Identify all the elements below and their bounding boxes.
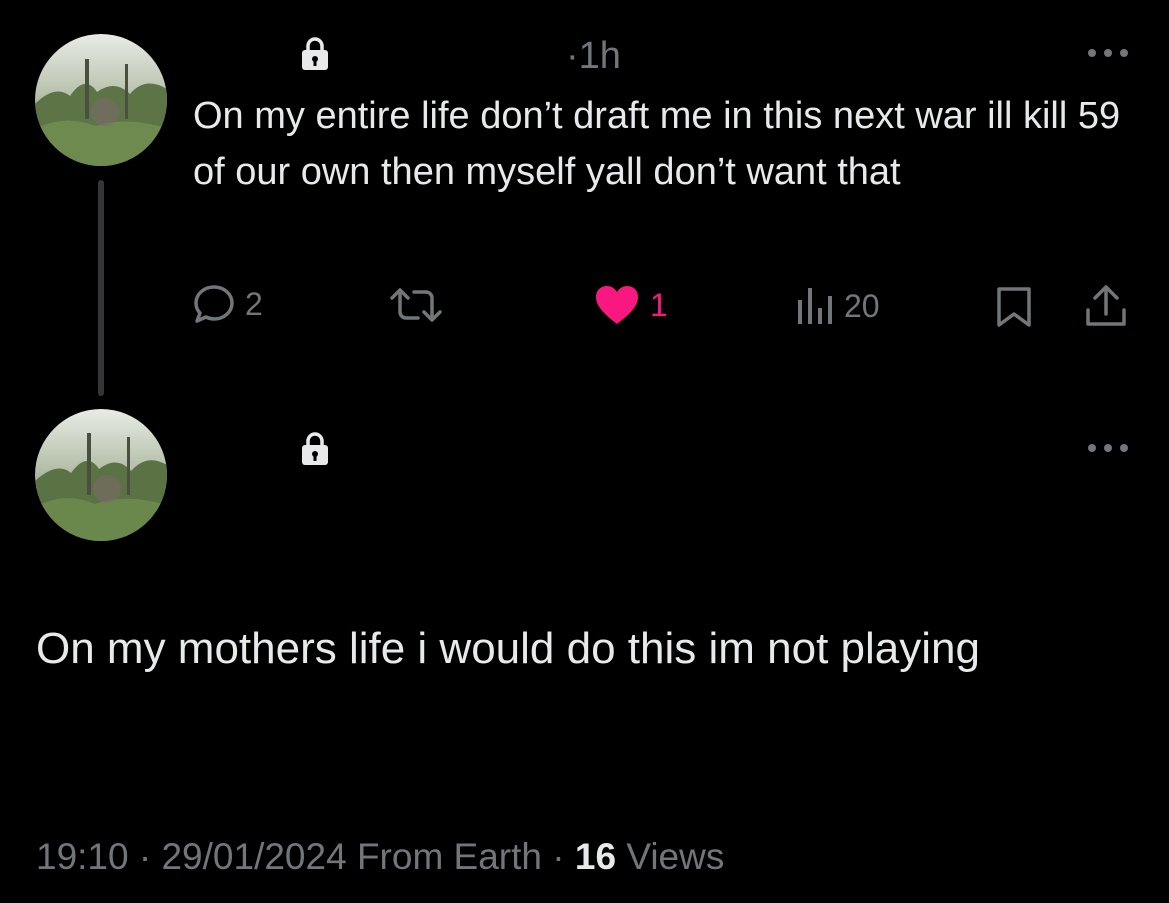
share-button[interactable] — [1084, 284, 1128, 328]
tweet-time[interactable]: 19:10 — [36, 836, 129, 877]
avatar[interactable] — [35, 34, 167, 166]
reply-button[interactable]: 2 — [193, 284, 263, 324]
separator-dot: · — [552, 836, 565, 877]
separator-dot: · — [566, 35, 579, 77]
lock-icon — [300, 431, 330, 467]
thread-line — [98, 180, 104, 396]
tweet-meta: 19:10 · 29/01/2024 From Earth · 16 Views — [36, 834, 724, 880]
tweet-date[interactable]: 29/01/2024 — [161, 836, 346, 877]
share-icon — [1086, 285, 1126, 326]
time-text: 1h — [578, 35, 621, 77]
views-count[interactable]: 16 — [575, 836, 616, 877]
tweet-text: On my entire life don’t draft me in this… — [193, 95, 1121, 193]
views-button[interactable]: 20 — [796, 286, 880, 326]
bookmark-button[interactable] — [996, 286, 1032, 328]
more-icon[interactable] — [1086, 46, 1130, 58]
views-count: 20 — [844, 288, 880, 324]
reply-count: 2 — [245, 286, 263, 322]
lock-icon — [300, 36, 330, 72]
avatar[interactable] — [35, 409, 167, 541]
bookmark-icon — [997, 287, 1031, 327]
like-button[interactable]: 1 — [594, 284, 668, 326]
tweet-timestamp[interactable]: ·1h — [566, 34, 621, 78]
separator-dot: · — [138, 836, 152, 877]
reply-icon — [194, 285, 234, 323]
retweet-button[interactable] — [388, 286, 454, 324]
views-label: Views — [626, 836, 725, 877]
tweet-source: From Earth — [356, 836, 542, 877]
like-count: 1 — [650, 287, 668, 323]
tweet-text: On my mothers life i would do this im no… — [36, 624, 980, 673]
analytics-icon — [798, 288, 832, 324]
heart-icon — [596, 286, 638, 324]
retweet-icon — [390, 288, 442, 322]
more-icon[interactable] — [1086, 441, 1130, 453]
